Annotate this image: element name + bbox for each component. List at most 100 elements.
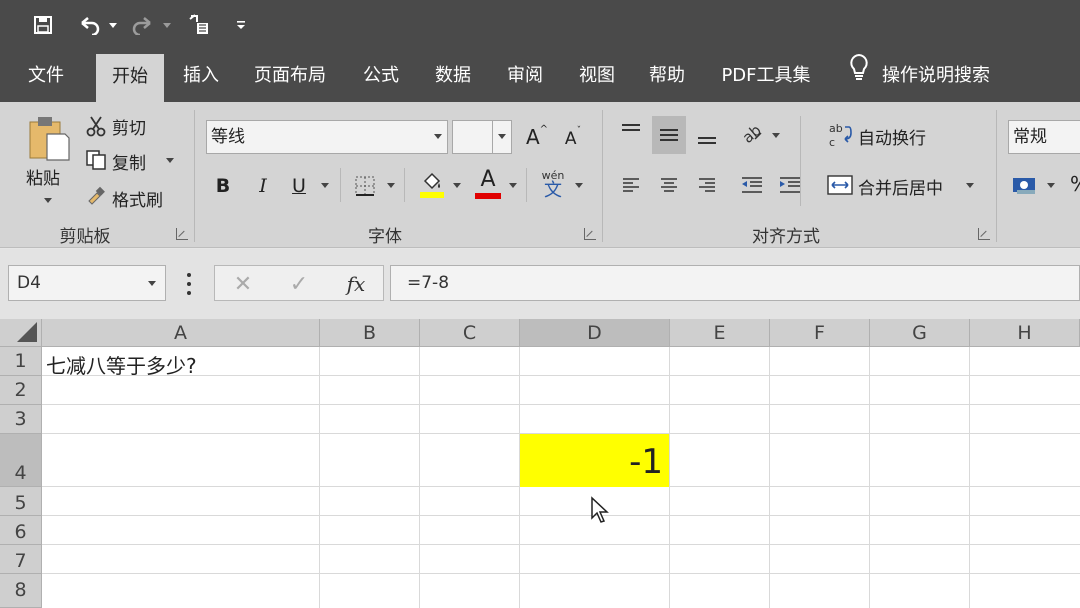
insert-function-icon[interactable]: fx <box>341 270 371 298</box>
row-header-6[interactable]: 6 <box>0 516 42 545</box>
cancel-icon[interactable]: ✕ <box>229 270 257 298</box>
fill-color-dropdown-icon[interactable] <box>453 183 461 188</box>
formula-bar-grip-icon[interactable] <box>186 273 192 295</box>
name-box-dropdown-icon[interactable] <box>148 281 156 286</box>
row-header-5[interactable]: 5 <box>0 487 42 516</box>
gridline <box>42 404 1080 405</box>
grow-font-icon[interactable]: A ^ <box>524 122 550 152</box>
orientation-icon[interactable]: ab <box>738 118 766 146</box>
border-dropdown-icon[interactable] <box>387 183 395 188</box>
orientation-dropdown-icon[interactable] <box>772 133 780 138</box>
undo-icon[interactable] <box>74 8 104 42</box>
row-header-1[interactable]: 1 <box>0 347 42 376</box>
phonetic-guide-icon[interactable]: wén 文 <box>538 168 568 202</box>
name-box[interactable]: D4 <box>8 265 166 301</box>
customize-qat-icon[interactable] <box>232 8 250 42</box>
copy-label[interactable]: 复制 <box>112 149 146 174</box>
align-right-icon[interactable] <box>694 172 720 198</box>
row-header-2[interactable]: 2 <box>0 376 42 405</box>
column-header-g[interactable]: G <box>870 319 970 347</box>
cut-label[interactable]: 剪切 <box>112 114 146 139</box>
shrink-caret-icon: ˇ <box>576 126 582 136</box>
column-header-d[interactable]: D <box>520 319 670 347</box>
paste-dropdown-icon[interactable] <box>44 198 52 203</box>
gridline <box>319 347 320 608</box>
cell-d4[interactable]: -1 <box>520 434 669 487</box>
cell-a1[interactable]: 七减八等于多少? <box>46 350 197 379</box>
clipboard-launcher-icon[interactable] <box>176 228 188 240</box>
format-painter-icon[interactable] <box>84 184 108 208</box>
redo-icon[interactable] <box>128 8 158 42</box>
row-header-4[interactable]: 4 <box>0 434 42 487</box>
paste-label[interactable]: 粘贴 <box>26 164 60 189</box>
copy-icon[interactable] <box>84 148 108 172</box>
font-name-dropdown-icon[interactable] <box>434 134 442 139</box>
underline-dropdown-icon[interactable] <box>321 183 329 188</box>
align-bottom-icon[interactable] <box>694 124 720 150</box>
tab-formulas[interactable]: 公式 <box>350 50 412 102</box>
enter-icon[interactable]: ✓ <box>285 270 313 298</box>
alignment-launcher-icon[interactable] <box>978 228 990 240</box>
cut-icon[interactable] <box>84 114 108 138</box>
tab-file[interactable]: 文件 <box>10 50 82 102</box>
underline-button[interactable]: U <box>288 172 310 200</box>
fill-color-icon[interactable] <box>418 168 446 200</box>
align-center-icon[interactable] <box>656 172 682 198</box>
column-header-c[interactable]: C <box>420 319 520 347</box>
font-color-swatch <box>475 193 501 199</box>
tab-pdf-tools[interactable]: PDF工具集 <box>712 50 820 102</box>
merge-center-label[interactable]: 合并后居中 <box>858 174 943 199</box>
merge-dropdown-icon[interactable] <box>966 183 974 188</box>
percent-icon[interactable]: % <box>1070 172 1080 196</box>
number-format-field[interactable]: 常规 <box>1008 120 1080 154</box>
tab-data[interactable]: 数据 <box>422 50 484 102</box>
wrap-text-icon[interactable]: ab c <box>826 120 854 150</box>
copy-dropdown-icon[interactable] <box>166 158 174 163</box>
phonetic-pinyin: wén <box>541 168 565 182</box>
column-header-b[interactable]: B <box>320 319 420 347</box>
merge-center-icon[interactable] <box>826 172 854 198</box>
save-icon[interactable] <box>28 8 58 42</box>
paste-icon[interactable] <box>24 112 74 164</box>
tell-me-search[interactable]: 操作说明搜索 <box>848 50 1018 102</box>
font-launcher-icon[interactable] <box>584 228 596 240</box>
quick-access-toolbar <box>0 0 1080 50</box>
redo-dropdown-icon[interactable] <box>160 8 174 42</box>
tab-review[interactable]: 审阅 <box>494 50 556 102</box>
format-painter-label[interactable]: 格式刷 <box>112 186 163 211</box>
decrease-indent-icon[interactable] <box>738 172 766 198</box>
select-all-button[interactable] <box>0 319 42 347</box>
align-middle-icon[interactable] <box>652 116 686 154</box>
tab-view[interactable]: 视图 <box>566 50 628 102</box>
row-header-7[interactable]: 7 <box>0 545 42 574</box>
column-header-f[interactable]: F <box>770 319 870 347</box>
row-header-3[interactable]: 3 <box>0 405 42 434</box>
border-icon[interactable] <box>352 172 378 200</box>
tab-insert[interactable]: 插入 <box>170 50 232 102</box>
column-header-h[interactable]: H <box>970 319 1080 347</box>
bold-button[interactable]: B <box>212 172 234 200</box>
undo-dropdown-icon[interactable] <box>106 8 120 42</box>
align-top-icon[interactable] <box>618 118 644 144</box>
phonetic-dropdown-icon[interactable] <box>575 183 583 188</box>
formula-input[interactable]: =7-8 <box>390 265 1080 301</box>
font-color-dropdown-icon[interactable] <box>509 183 517 188</box>
column-header-e[interactable]: E <box>670 319 770 347</box>
tab-help[interactable]: 帮助 <box>636 50 698 102</box>
accounting-dropdown-icon[interactable] <box>1047 183 1055 188</box>
italic-button[interactable]: I <box>252 172 274 200</box>
shrink-font-icon[interactable]: Aˇ <box>560 124 586 154</box>
tab-home[interactable]: 开始 <box>96 54 164 102</box>
font-name-field[interactable]: 等线 <box>206 120 448 154</box>
font-divider <box>340 168 341 202</box>
row-header-8[interactable]: 8 <box>0 574 42 608</box>
align-left-icon[interactable] <box>618 172 644 198</box>
touch-mode-icon[interactable] <box>184 8 214 42</box>
tab-page-layout[interactable]: 页面布局 <box>244 50 336 102</box>
font-color-icon[interactable]: A <box>474 168 502 200</box>
accounting-format-icon[interactable] <box>1010 170 1040 200</box>
increase-indent-icon[interactable] <box>776 172 804 198</box>
font-size-dropdown-icon[interactable] <box>498 134 506 139</box>
column-header-a[interactable]: A <box>42 319 320 347</box>
wrap-text-label[interactable]: 自动换行 <box>858 124 926 149</box>
